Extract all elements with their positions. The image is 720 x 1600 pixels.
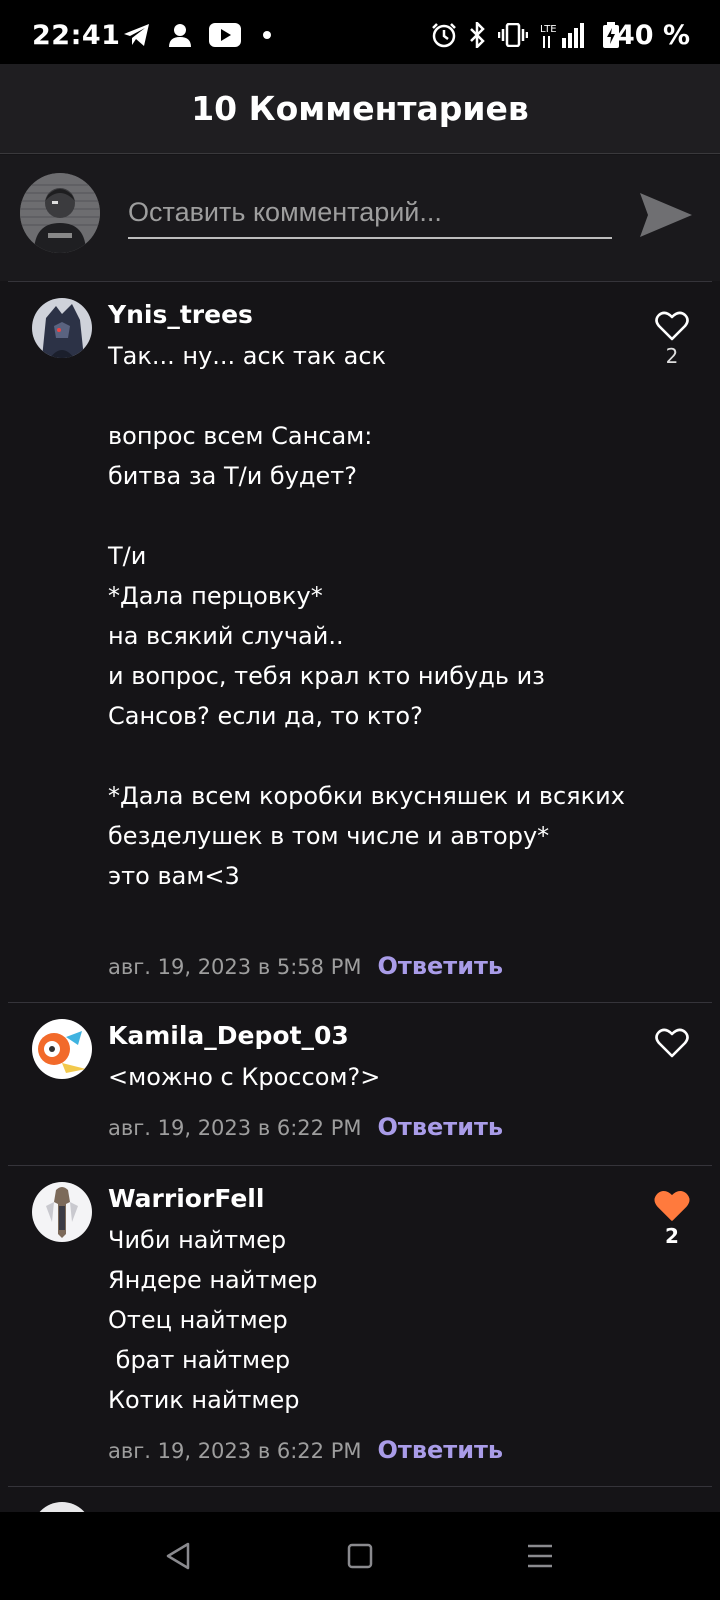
reply-button[interactable]: Ответить [378,952,504,980]
like-button[interactable] [652,1023,692,1063]
comment-composer [0,155,720,281]
divider [8,1486,712,1487]
send-button[interactable] [636,185,696,245]
dot-icon [262,22,272,48]
home-button[interactable] [336,1532,384,1580]
reply-button[interactable]: Ответить [378,1113,504,1141]
comment-author[interactable]: Kamila_Depot_03 [108,1021,349,1050]
comment-author[interactable]: WarriorFell [108,1184,264,1213]
status-bar: 22:41 LTE 40 % [0,0,720,64]
comment-date: авг. 19, 2023 в 5:58 PM [108,955,362,979]
comment-date: авг. 19, 2023 в 6:22 PM [108,1116,362,1140]
like-count: 2 [665,1224,679,1248]
comment-date: авг. 19, 2023 в 6:22 PM [108,1439,362,1463]
lte-signal-icon: LTE [540,22,584,48]
system-nav-bar [0,1512,720,1600]
comment-meta: авг. 19, 2023 в 5:58 PM Ответить [108,952,503,980]
person-icon [168,22,192,48]
comments-header: 10 Комментариев [0,64,720,154]
comment-meta: авг. 19, 2023 в 6:22 PM Ответить [108,1113,503,1141]
comment-meta: авг. 19, 2023 в 6:22 PM Ответить [108,1436,503,1464]
avatar[interactable] [32,1019,92,1079]
heart-outline-icon [655,1028,689,1058]
bluetooth-icon [466,22,488,48]
send-icon [640,193,692,237]
vibrate-icon [498,22,528,48]
reply-button[interactable]: Ответить [378,1436,504,1464]
svg-text:LTE: LTE [540,24,557,35]
comment-item: Kamila_Depot_03 <можно с Кроссом?> авг. … [0,1003,720,1165]
like-button[interactable] [652,1186,692,1226]
back-button[interactable] [154,1532,202,1580]
current-user-avatar [20,173,100,253]
alarm-icon [430,22,458,48]
heart-filled-icon [654,1191,690,1221]
recents-icon [528,1544,552,1568]
battery-percent: 40 % [615,20,690,51]
like-button[interactable] [652,306,692,346]
comment-item: WarriorFell Чиби найтмер Яндере найтмер … [0,1166,720,1486]
comment-author[interactable]: Ynis_trees [108,300,253,329]
avatar[interactable] [32,1182,92,1242]
comment-input[interactable] [128,187,612,239]
youtube-icon [208,22,242,48]
telegram-icon [122,22,152,48]
home-icon [347,1543,373,1569]
recents-button[interactable] [516,1532,564,1580]
comment-text: Так... ну... аск так аск вопрос всем Сан… [108,342,625,890]
heart-outline-icon [655,311,689,341]
comment-item: Ynis_trees Так... ну... аск так аск вопр… [0,282,720,1002]
status-time: 22:41 [32,20,121,51]
like-count: 2 [665,344,679,368]
comment-text: Чиби найтмер Яндере найтмер Отец найтмер… [108,1226,318,1414]
page-title: 10 Комментариев [191,89,529,128]
comment-text: <можно с Кроссом?> [108,1063,381,1091]
avatar[interactable] [32,298,92,358]
back-icon [166,1542,190,1570]
